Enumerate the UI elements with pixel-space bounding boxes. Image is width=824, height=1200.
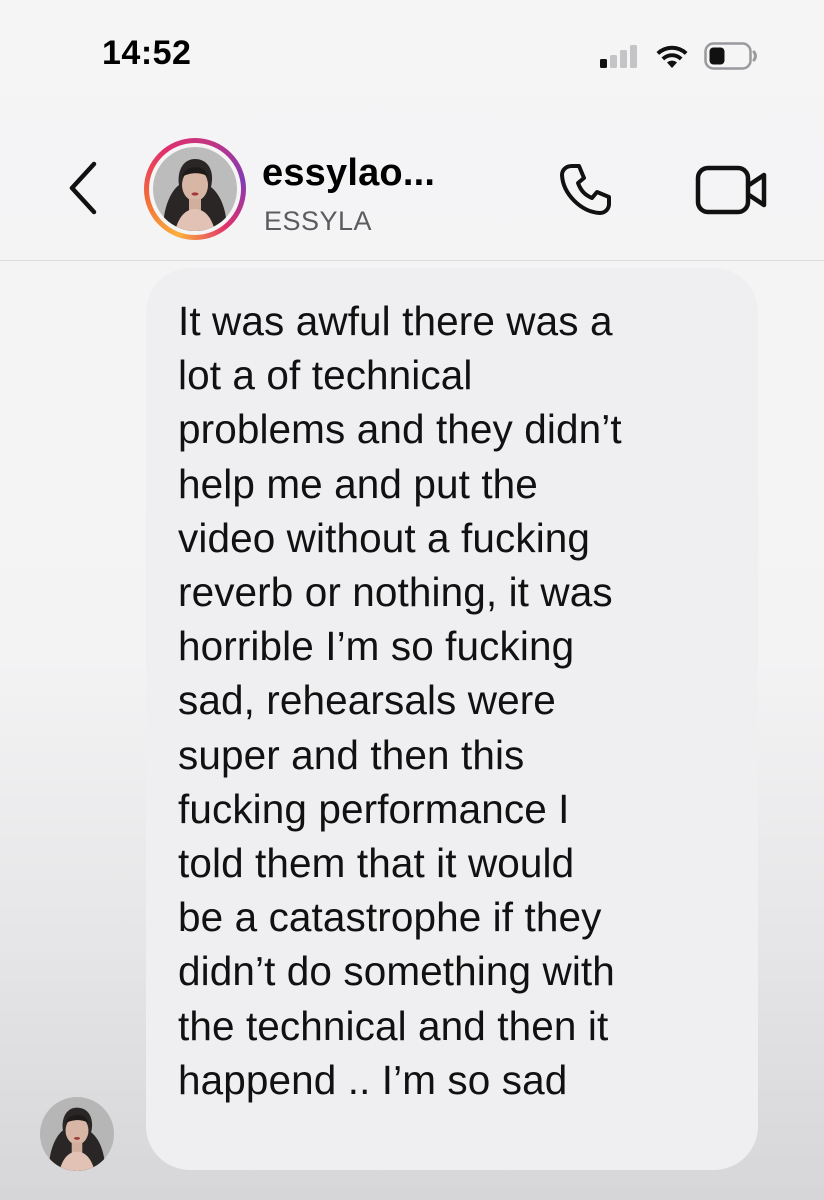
status-time: 14:52	[102, 34, 192, 72]
back-button[interactable]	[58, 158, 108, 218]
wifi-icon	[656, 45, 688, 68]
audio-call-button[interactable]	[548, 156, 622, 222]
avatar	[153, 147, 237, 231]
display-name: ESSYLA	[264, 206, 373, 236]
status-icons	[600, 40, 758, 72]
chevron-left-icon	[69, 161, 97, 215]
sender-profile-photo	[40, 1097, 114, 1171]
cellular-signal-icon	[600, 45, 637, 68]
battery-icon	[704, 42, 757, 70]
message-text: It was awful there was a lot a of techni…	[178, 298, 622, 1103]
username[interactable]: essylao...	[262, 152, 435, 195]
profile-story-ring[interactable]	[144, 138, 246, 240]
chat-header: essylao... ESSYLA	[0, 110, 824, 261]
sender-avatar[interactable]	[40, 1097, 114, 1171]
video-camera-icon	[695, 165, 767, 215]
phone-icon	[560, 164, 611, 215]
message-bubble[interactable]: It was awful there was a lot a of techni…	[146, 268, 758, 1170]
profile-photo	[153, 147, 237, 231]
status-bar: 14:52	[0, 0, 824, 110]
video-call-button[interactable]	[692, 160, 772, 220]
